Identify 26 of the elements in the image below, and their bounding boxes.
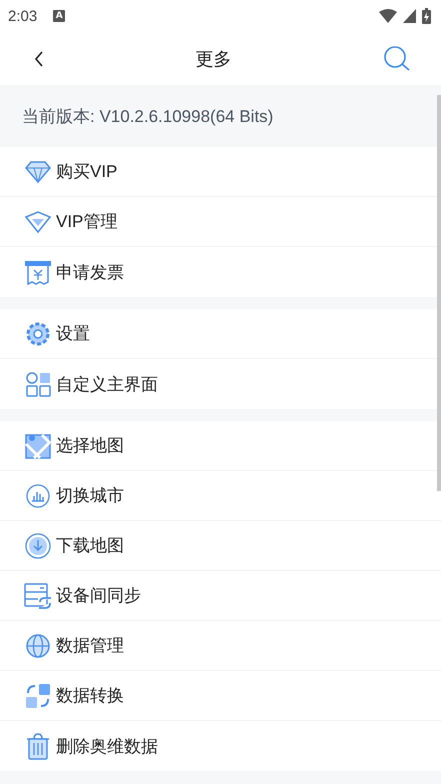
receipt-icon [24, 258, 52, 286]
wifi-icon [379, 9, 397, 23]
grid-icon [24, 370, 52, 398]
status-time: 2:03 [8, 8, 38, 24]
menu-item[interactable]: 设备间同步 [0, 571, 441, 621]
menu-item[interactable]: 数据转换 [0, 671, 441, 721]
trash-icon [24, 732, 52, 760]
menu-item[interactable]: 数据管理 [0, 621, 441, 671]
version-text: 当前版本: V10.2.6.10998(64 Bits) [21, 106, 274, 128]
sync-icon [24, 582, 52, 610]
menu-item[interactable]: 删除奥维数据 [0, 721, 441, 771]
chart-icon [24, 482, 52, 510]
page-title: 更多 [196, 48, 232, 70]
convert-icon [24, 682, 52, 710]
settings-icon [24, 320, 52, 348]
menu-item[interactable]: 申请发票 [0, 247, 441, 297]
map-icon [24, 432, 52, 460]
battery-icon [422, 8, 431, 24]
menu-item[interactable]: 自定义主界面 [0, 359, 441, 409]
menu-item[interactable]: 下载地图 [0, 521, 441, 571]
notification-icon: A [53, 10, 66, 22]
download-icon [24, 532, 52, 560]
back-icon[interactable] [34, 50, 44, 66]
search-icon[interactable] [383, 44, 411, 72]
globe-icon [24, 632, 52, 660]
signal-icon [403, 9, 416, 23]
